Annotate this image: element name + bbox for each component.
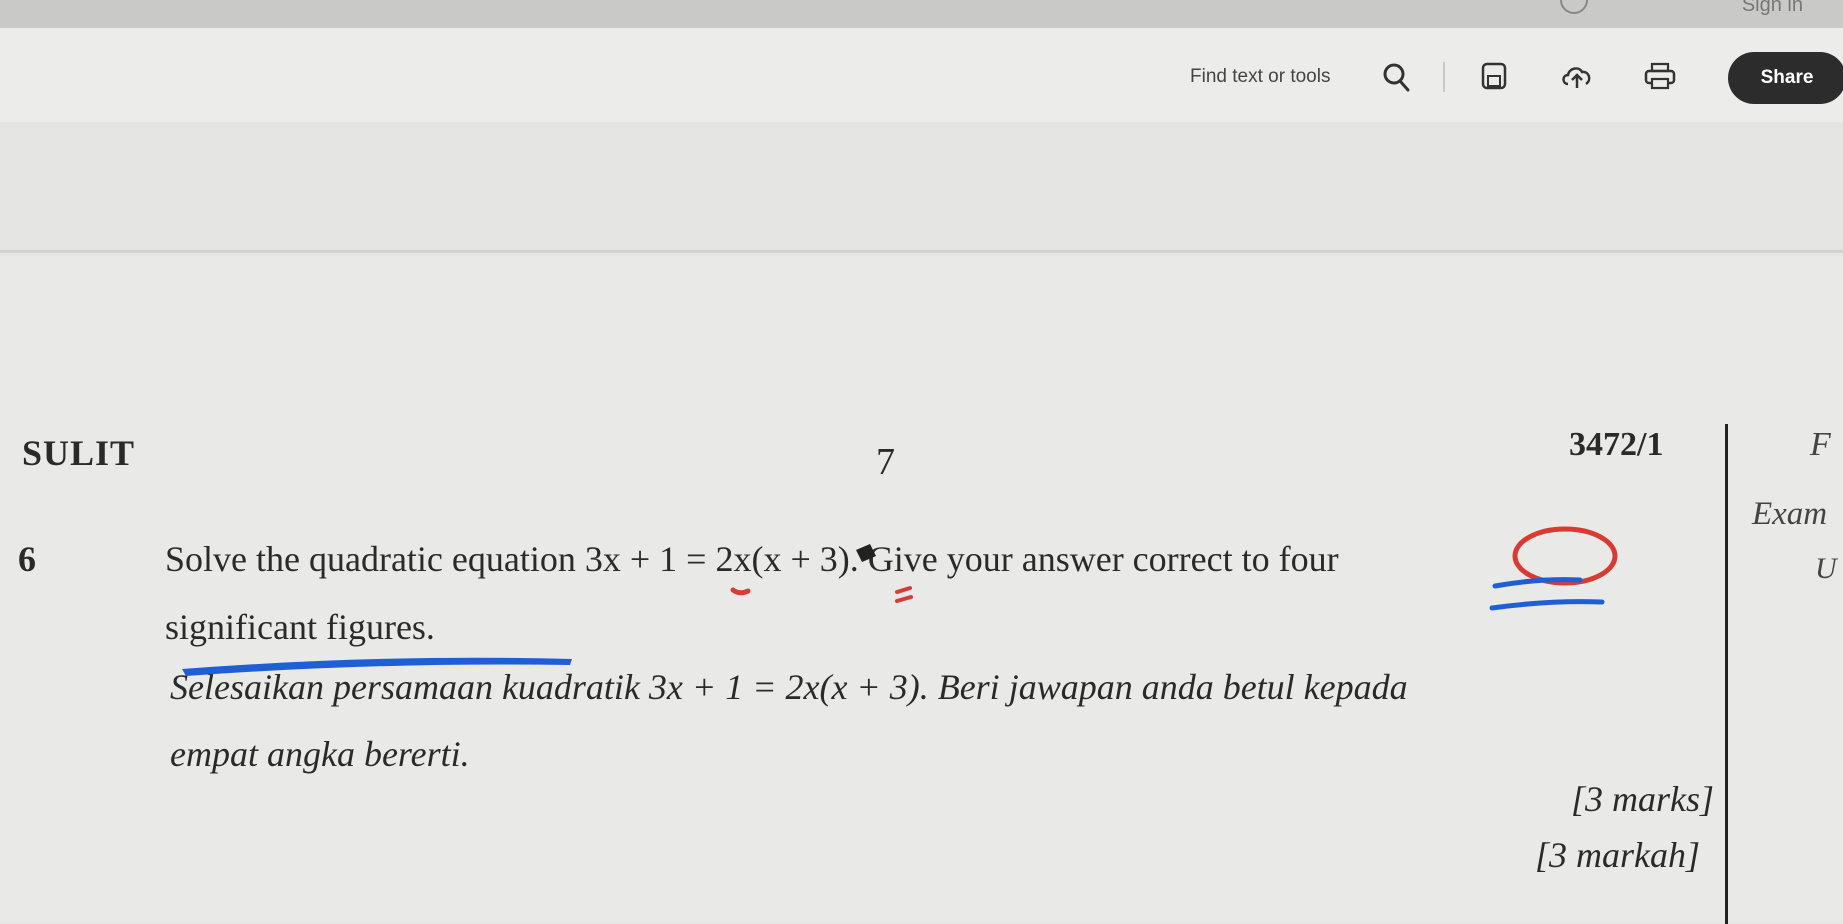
print-icon[interactable] [1644, 62, 1676, 90]
blue-underline-significant-figures [182, 657, 572, 676]
finger-smudge [856, 544, 876, 562]
save-icon[interactable] [1481, 62, 1507, 90]
browser-top-strip: Sign in [0, 0, 1843, 28]
share-button[interactable]: Share [1728, 52, 1843, 104]
blue-underline-four-2 [1489, 599, 1605, 611]
circle-icon[interactable] [1560, 0, 1588, 14]
red-mark-equals-1 [895, 586, 912, 594]
search-icon[interactable] [1382, 62, 1410, 92]
pen-annotations [182, 526, 1618, 676]
document-page: SULIT 7 3472/1 F Exam U 6 Solve the quad… [0, 256, 1843, 924]
page-gap [0, 122, 1843, 252]
upload-cloud-icon[interactable] [1560, 62, 1594, 90]
page-divider [0, 250, 1843, 253]
red-mark-equals-2 [895, 595, 913, 603]
red-circle-annotation [1512, 526, 1618, 586]
red-mark-x [730, 587, 751, 596]
find-text-or-tools[interactable]: Find text or tools [1190, 66, 1330, 88]
toolbar-divider [1443, 62, 1445, 92]
sign-in-link[interactable]: Sign in [1742, 0, 1803, 17]
